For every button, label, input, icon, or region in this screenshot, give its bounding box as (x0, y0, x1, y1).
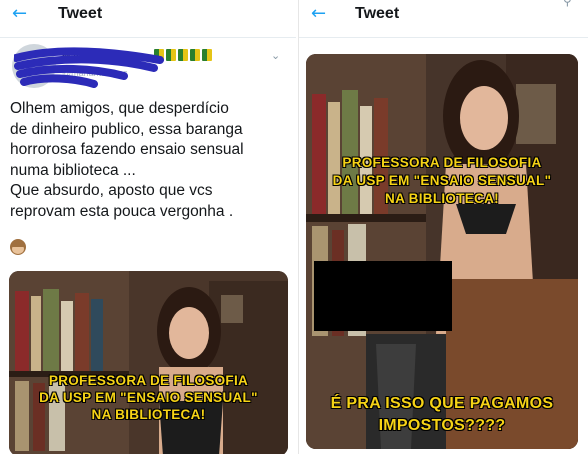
brazil-flag-heart-icon (202, 49, 212, 61)
tweet-text-line: de dinheiro publico, essa baranga (10, 120, 243, 138)
brazil-flag-heart-icon (178, 49, 188, 61)
image-caption: PROFESSORA DE FILOSOFIA DA USP EM "ENSAI… (9, 372, 288, 423)
caption-line: NA BIBLIOTECA! (385, 191, 499, 206)
image-bottom-caption: É PRA ISSO QUE PAGAMOS IMPOSTOS???? (306, 393, 578, 437)
top-bar: ← Tweet ⚲ (299, 0, 588, 30)
left-tweet-pane: ← Tweet Maria Rita Lopes @mariaritalopes… (0, 0, 296, 454)
back-arrow-icon[interactable]: ← (12, 4, 34, 24)
see-no-evil-monkey-icon (10, 239, 26, 255)
tweet-image[interactable]: PROFESSORA DE FILOSOFIA DA USP EM "ENSAI… (9, 271, 288, 454)
pin-icon[interactable]: ⚲ (563, 0, 575, 8)
caption-line: NA BIBLIOTECA! (91, 407, 206, 422)
header-divider (0, 37, 296, 38)
caption-line: IMPOSTOS???? (378, 417, 506, 434)
page-title: Tweet (355, 5, 400, 22)
image-caption: PROFESSORA DE FILOSOFIA DA USP EM "ENSAI… (306, 154, 578, 208)
photo-scene (9, 271, 288, 454)
tweet-text-line: numa biblioteca ... (10, 161, 136, 179)
brazil-flag-heart-icon (190, 49, 200, 61)
top-bar: ← Tweet (0, 0, 296, 30)
photo-scene (306, 54, 578, 449)
caption-line: É PRA ISSO QUE PAGAMOS (330, 395, 554, 412)
back-arrow-icon[interactable]: ← (311, 4, 333, 24)
tweet-text-line: Que absurdo, aposto que vcs (10, 182, 213, 200)
tweet-text: Olhem amigos, que desperdício de dinheir… (10, 99, 292, 223)
brazil-flag-heart-icon (166, 49, 176, 61)
tweet-text-line: horrorosa fazendo ensaio sensual (10, 141, 244, 159)
caption-line: PROFESSORA DE FILOSOFIA (48, 373, 249, 388)
tweet-image-expanded[interactable]: PROFESSORA DE FILOSOFIA DA USP EM "ENSAI… (306, 54, 578, 449)
redaction-scribble (14, 47, 164, 88)
page-title: Tweet (58, 5, 103, 22)
tweet-text-line: Olhem amigos, que desperdício (10, 100, 229, 117)
caption-line: DA USP EM "ENSAIO SENSUAL" (332, 173, 552, 188)
tweet-text-line: reprovam esta pouca vergonha . (10, 202, 234, 220)
censor-bar (314, 261, 452, 331)
header-divider (299, 37, 588, 38)
caption-line: DA USP EM "ENSAIO SENSUAL" (39, 390, 258, 405)
caption-line: PROFESSORA DE FILOSOFIA (342, 155, 542, 170)
chevron-down-icon[interactable]: ⌄ (271, 49, 280, 62)
